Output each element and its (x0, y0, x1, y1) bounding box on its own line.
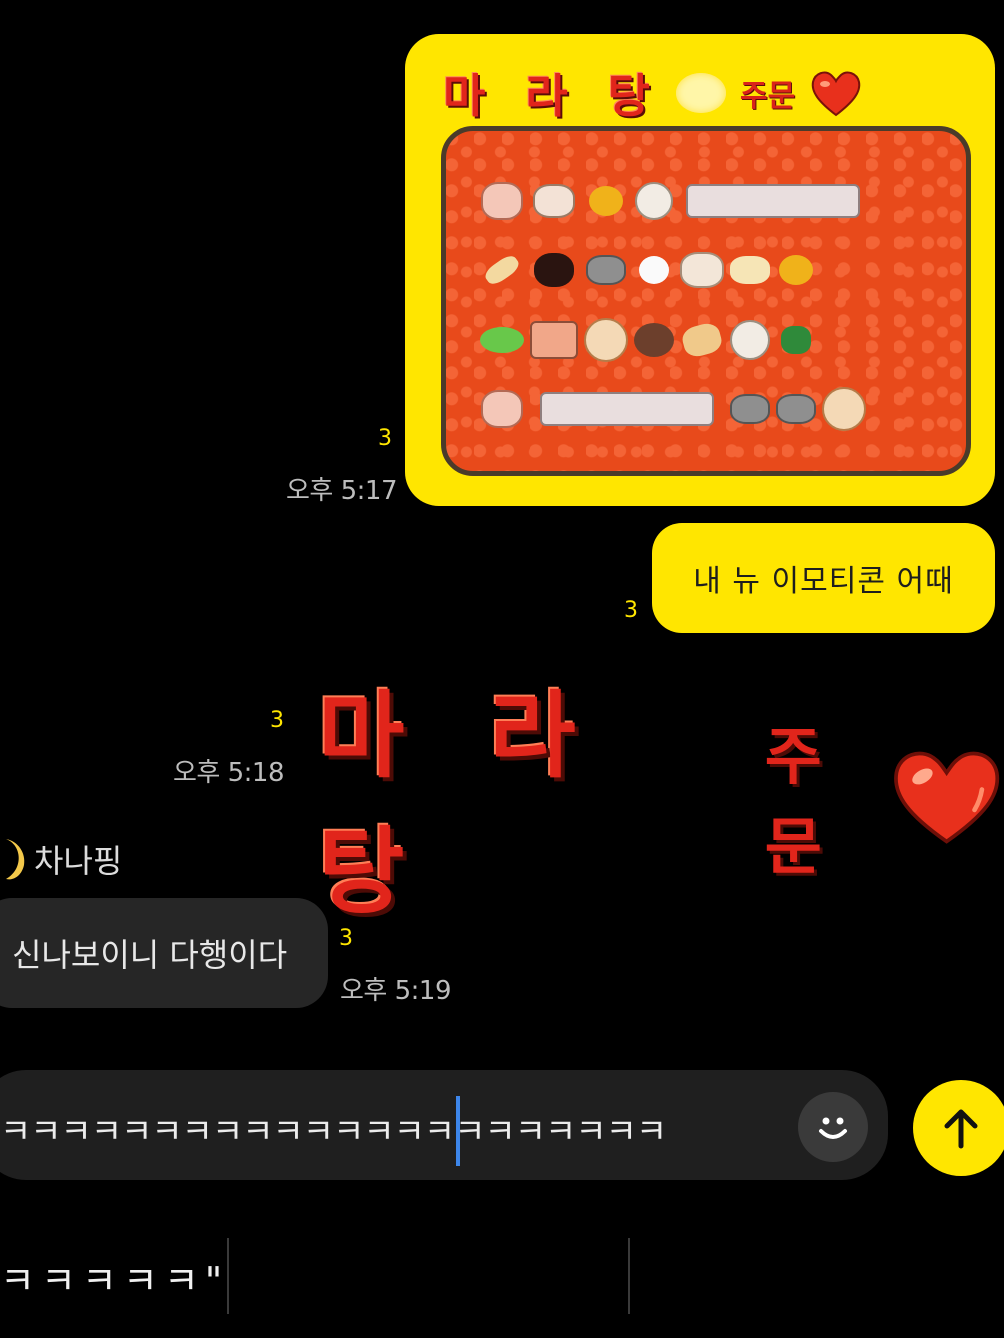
empty-slot (872, 239, 896, 303)
received-message-bubble[interactable]: 신나보이니 다행이다 (0, 898, 328, 1008)
empty-slot (902, 378, 926, 442)
radish-icon (680, 239, 724, 303)
smiley-icon (819, 1117, 847, 1139)
quail-egg-icon (634, 239, 674, 303)
ingredients-grid (480, 169, 926, 441)
empty-slot (902, 169, 926, 233)
sausage-slice-icon (822, 378, 866, 442)
emoticon-title-text: 마 라 탕 (443, 69, 662, 123)
message-input-bar[interactable]: ㅋㅋㅋㅋㅋㅋㅋㅋㅋㅋㅋㅋㅋㅋㅋㅋㅋㅋㅋㅋㅋㅋ (0, 1070, 888, 1180)
message-time: 오후 5:19 (340, 976, 452, 1006)
text-caret (456, 1096, 460, 1166)
moon-icon (6, 839, 25, 880)
message-time: 오후 5:18 (173, 758, 285, 788)
shrimp-icon (480, 169, 524, 233)
sender-name-row[interactable]: 차나핑 (0, 835, 122, 883)
emoticon-card-title: 마 라 탕 주문 (443, 60, 863, 126)
suggestion-item[interactable]: ㅋㅋㅋㅋㅋ" (0, 1250, 228, 1305)
big-emoticon-message[interactable]: 마 라 탕 주문 (318, 660, 1004, 932)
lotus-icon (634, 169, 674, 233)
pepper-icon (480, 308, 524, 372)
shrimp-icon (480, 378, 524, 442)
glass-noodle-sheet-icon (530, 378, 724, 442)
noodle-icon (584, 169, 628, 233)
tofu-skin-icon (480, 239, 524, 303)
cilantro-icon (776, 308, 816, 372)
glass-noodle-sheet-icon (680, 169, 866, 233)
tripe-icon (776, 378, 816, 442)
unread-count: 3 (270, 708, 284, 733)
emoticon-order-text: 주문 (740, 79, 796, 114)
empty-slot (872, 169, 896, 233)
empty-slot (872, 308, 896, 372)
arrow-up-icon (944, 1109, 978, 1149)
unread-count: 3 (378, 426, 392, 451)
big-emoticon-title: 마 라 탕 (318, 682, 602, 927)
noodle-icon (776, 239, 816, 303)
tripe-icon (730, 378, 770, 442)
empty-slot (872, 378, 896, 442)
suggestion-divider (227, 1238, 229, 1314)
enoki-icon (730, 239, 770, 303)
sender-name: 차나핑 (34, 842, 123, 880)
heart-icon (893, 751, 999, 844)
received-message-text: 신나보이니 다행이다 (12, 936, 288, 974)
emoticon-message-card[interactable]: 마 라 탕 주문 (405, 34, 995, 506)
fishcake-icon (530, 169, 578, 233)
sparkle-icon (676, 73, 726, 113)
tripe-icon (584, 239, 628, 303)
ham-icon (530, 308, 578, 372)
lotus-icon (730, 308, 770, 372)
malatang-tray-illustration (441, 126, 971, 476)
heart-icon (811, 71, 861, 117)
empty-slot (902, 308, 926, 372)
send-button[interactable] (913, 1080, 1004, 1176)
emoji-button[interactable] (798, 1092, 868, 1162)
big-emoticon-order: 주문 (764, 720, 822, 883)
unread-count: 3 (339, 926, 353, 951)
empty-slot (902, 239, 926, 303)
message-time: 오후 5:17 (286, 476, 398, 506)
sent-message-bubble[interactable]: 내 뉴 이모티콘 어때 (652, 523, 995, 633)
message-input[interactable]: ㅋㅋㅋㅋㅋㅋㅋㅋㅋㅋㅋㅋㅋㅋㅋㅋㅋㅋㅋㅋㅋㅋ (0, 1104, 667, 1153)
empty-slot (822, 308, 866, 372)
fried-tofu-icon (679, 308, 725, 372)
mushroom-icon (634, 308, 674, 372)
empty-slot (822, 239, 866, 303)
unread-count: 3 (624, 598, 638, 623)
wood-ear-icon (530, 239, 578, 303)
sausage-slice-icon (584, 308, 628, 372)
keyboard-suggestion-strip: ㅋㅋㅋㅋㅋ" (0, 1238, 1004, 1314)
sent-message-text: 내 뉴 이모티콘 어때 (693, 564, 954, 599)
suggestion-divider (628, 1238, 630, 1314)
